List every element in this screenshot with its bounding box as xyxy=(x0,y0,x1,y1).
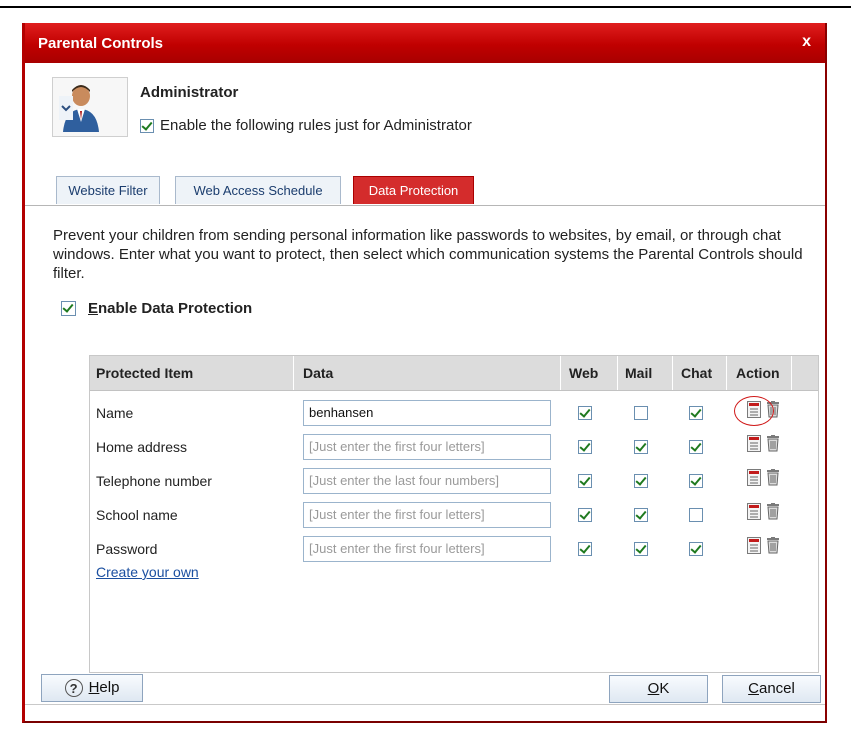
ok-button-label: K xyxy=(659,680,670,697)
trash-icon[interactable] xyxy=(766,537,780,557)
tab-data-protection[interactable]: Data Protection xyxy=(353,176,474,204)
data-input[interactable]: benhansen xyxy=(303,400,551,426)
table-row: Name benhansen xyxy=(90,396,818,430)
tab-web-access-schedule[interactable]: Web Access Schedule xyxy=(175,176,341,204)
col-separator xyxy=(791,356,792,390)
edit-icon[interactable] xyxy=(747,469,761,489)
data-input[interactable]: [Just enter the first four letters] xyxy=(303,502,551,528)
top-border-line xyxy=(0,6,851,8)
mail-checkbox[interactable] xyxy=(634,440,648,454)
table-row: School name [Just enter the first four le… xyxy=(90,498,818,532)
mail-checkbox[interactable] xyxy=(634,508,648,522)
window-title: Parental Controls xyxy=(38,35,164,52)
protected-items-table: Protected Item Data Web Mail Chat Action… xyxy=(89,355,819,673)
col-header-chat: Chat xyxy=(681,365,713,381)
col-separator xyxy=(617,356,618,390)
ok-button-mnemonic: O xyxy=(647,680,660,697)
ok-button[interactable]: OK xyxy=(609,675,708,703)
col-header-protected-item: Protected Item xyxy=(96,365,194,381)
web-checkbox[interactable] xyxy=(578,440,592,454)
enable-data-protection-label: Enable Data Protection xyxy=(88,300,253,317)
enable-rules-for-user[interactable]: Enable the following rules just for Admi… xyxy=(140,117,472,134)
edit-icon[interactable] xyxy=(747,435,761,455)
chat-checkbox[interactable] xyxy=(689,508,703,522)
trash-icon[interactable] xyxy=(766,469,780,489)
col-header-action: Action xyxy=(736,365,780,381)
tab-website-filter[interactable]: Website Filter xyxy=(56,176,160,204)
col-header-data: Data xyxy=(303,365,334,381)
protected-item-label: Telephone number xyxy=(96,473,212,489)
col-header-mail: Mail xyxy=(625,365,653,381)
chevron-down-icon[interactable] xyxy=(59,96,73,120)
protected-item-label: School name xyxy=(96,507,178,523)
dialog-content: Administrator Enable the following rules… xyxy=(25,63,825,721)
enable-rules-label: Enable the following rules just for Admi… xyxy=(160,117,472,134)
col-separator xyxy=(293,356,294,390)
cancel-button-label: ancel xyxy=(758,680,795,697)
protected-item-label: Password xyxy=(96,541,158,557)
help-button[interactable]: ? Help xyxy=(41,674,143,702)
tab-divider xyxy=(25,205,825,206)
help-button-mnemonic: H xyxy=(88,679,100,696)
data-input[interactable]: [Just enter the first four letters] xyxy=(303,536,551,562)
enable-data-protection[interactable]: Enable Data Protection xyxy=(61,300,252,317)
highlight-circle xyxy=(734,396,774,426)
protected-item-label: Home address xyxy=(96,439,188,455)
chat-checkbox[interactable] xyxy=(689,440,703,454)
web-checkbox[interactable] xyxy=(578,474,592,488)
table-row: Telephone number [Just enter the last fou… xyxy=(90,464,818,498)
table-row: Home address [Just enter the first four l… xyxy=(90,430,818,464)
chat-checkbox[interactable] xyxy=(689,406,703,420)
trash-icon[interactable] xyxy=(766,503,780,523)
col-header-web: Web xyxy=(569,365,599,381)
mail-checkbox[interactable] xyxy=(634,406,648,420)
col-separator xyxy=(672,356,673,390)
data-input[interactable]: [Just enter the last four numbers] xyxy=(303,468,551,494)
create-your-own-link[interactable]: Create your own xyxy=(96,564,199,580)
close-button[interactable]: x xyxy=(802,33,811,51)
data-input[interactable]: [Just enter the first four letters] xyxy=(303,434,551,460)
edit-icon[interactable] xyxy=(747,503,761,523)
title-bar: Parental Controls x xyxy=(25,23,825,63)
table-header: Protected Item Data Web Mail Chat Action xyxy=(90,356,818,391)
col-separator xyxy=(560,356,561,390)
help-button-label: elp xyxy=(99,679,120,696)
trash-icon[interactable] xyxy=(766,435,780,455)
chat-checkbox[interactable] xyxy=(689,474,703,488)
table-row: Password [Just enter the first four lette… xyxy=(90,532,818,566)
protected-item-label: Name xyxy=(96,405,134,421)
web-checkbox[interactable] xyxy=(578,542,592,556)
mail-checkbox[interactable] xyxy=(634,474,648,488)
footer-divider xyxy=(25,704,825,705)
edit-icon[interactable] xyxy=(747,537,761,557)
user-name: Administrator xyxy=(140,84,239,101)
parental-controls-window: Parental Controls x Administrator Enable… xyxy=(22,23,827,723)
mail-checkbox[interactable] xyxy=(634,542,648,556)
cancel-button[interactable]: Cancel xyxy=(722,675,821,703)
enable-data-protection-checkbox[interactable] xyxy=(61,301,76,316)
user-selector[interactable] xyxy=(52,77,128,137)
question-mark-icon: ? xyxy=(64,679,83,698)
description-text: Prevent your children from sending perso… xyxy=(53,227,803,282)
chat-checkbox[interactable] xyxy=(689,542,703,556)
enable-rules-checkbox[interactable] xyxy=(140,118,154,133)
cancel-button-mnemonic: C xyxy=(748,680,759,697)
web-checkbox[interactable] xyxy=(578,508,592,522)
col-separator xyxy=(726,356,727,390)
web-checkbox[interactable] xyxy=(578,406,592,420)
